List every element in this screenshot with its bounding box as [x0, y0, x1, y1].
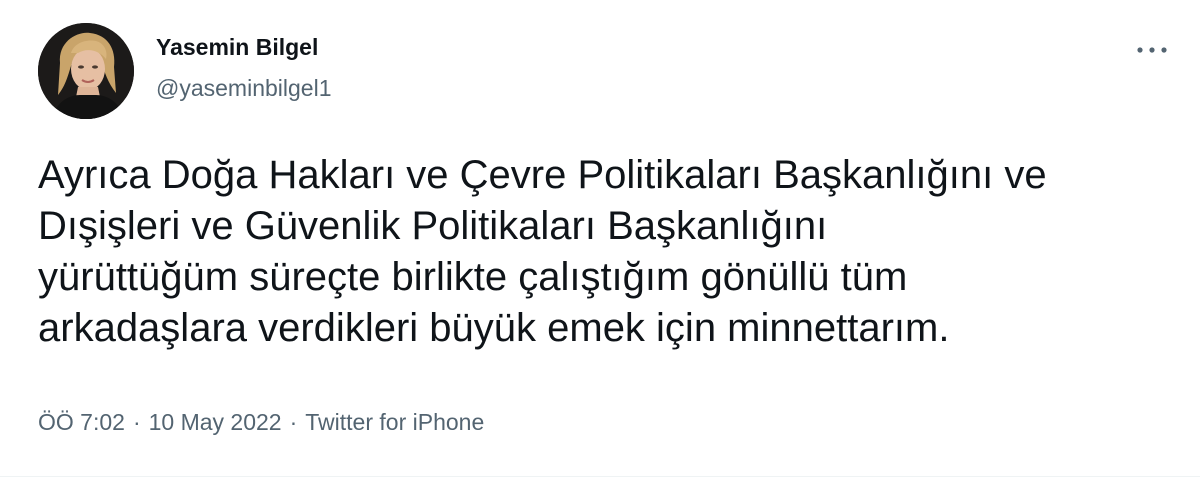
- more-horizontal-icon: [1137, 47, 1167, 53]
- tweet-source-link[interactable]: Twitter for iPhone: [305, 409, 484, 435]
- author-display-name[interactable]: Yasemin Bilgel: [156, 32, 332, 62]
- tweet-text-line: Ayrıca Doğa Hakları ve Çevre Politikalar…: [38, 153, 1047, 197]
- tweet-text-line: Dışişleri ve Güvenlik Politikaları Başka…: [38, 204, 828, 248]
- separator-dot: ·: [289, 409, 298, 435]
- avatar[interactable]: [38, 23, 134, 119]
- tweet-metadata: ÖÖ 7:02 · 10 May 2022 · Twitter for iPhone: [38, 407, 484, 437]
- separator-dot: ·: [132, 409, 141, 435]
- tweet-text: Ayrıca Doğa Hakları ve Çevre Politikalar…: [38, 150, 1178, 354]
- tweet-time[interactable]: ÖÖ 7:02: [38, 409, 125, 435]
- author-block: Yasemin Bilgel @yaseminbilgel1: [156, 32, 332, 103]
- tweet-card: Yasemin Bilgel @yaseminbilgel1 Ayrıca Do…: [0, 0, 1200, 484]
- more-options-button[interactable]: [1124, 30, 1180, 70]
- tweet-text-line: yürüttüğüm süreçte birlikte çalıştığım g…: [38, 255, 908, 299]
- profile-photo: [38, 23, 134, 119]
- author-handle[interactable]: @yaseminbilgel1: [156, 73, 332, 103]
- tweet-date[interactable]: 10 May 2022: [149, 409, 282, 435]
- tweet-text-line: arkadaşlara verdikleri büyük emek için m…: [38, 306, 950, 350]
- divider: [0, 476, 1200, 477]
